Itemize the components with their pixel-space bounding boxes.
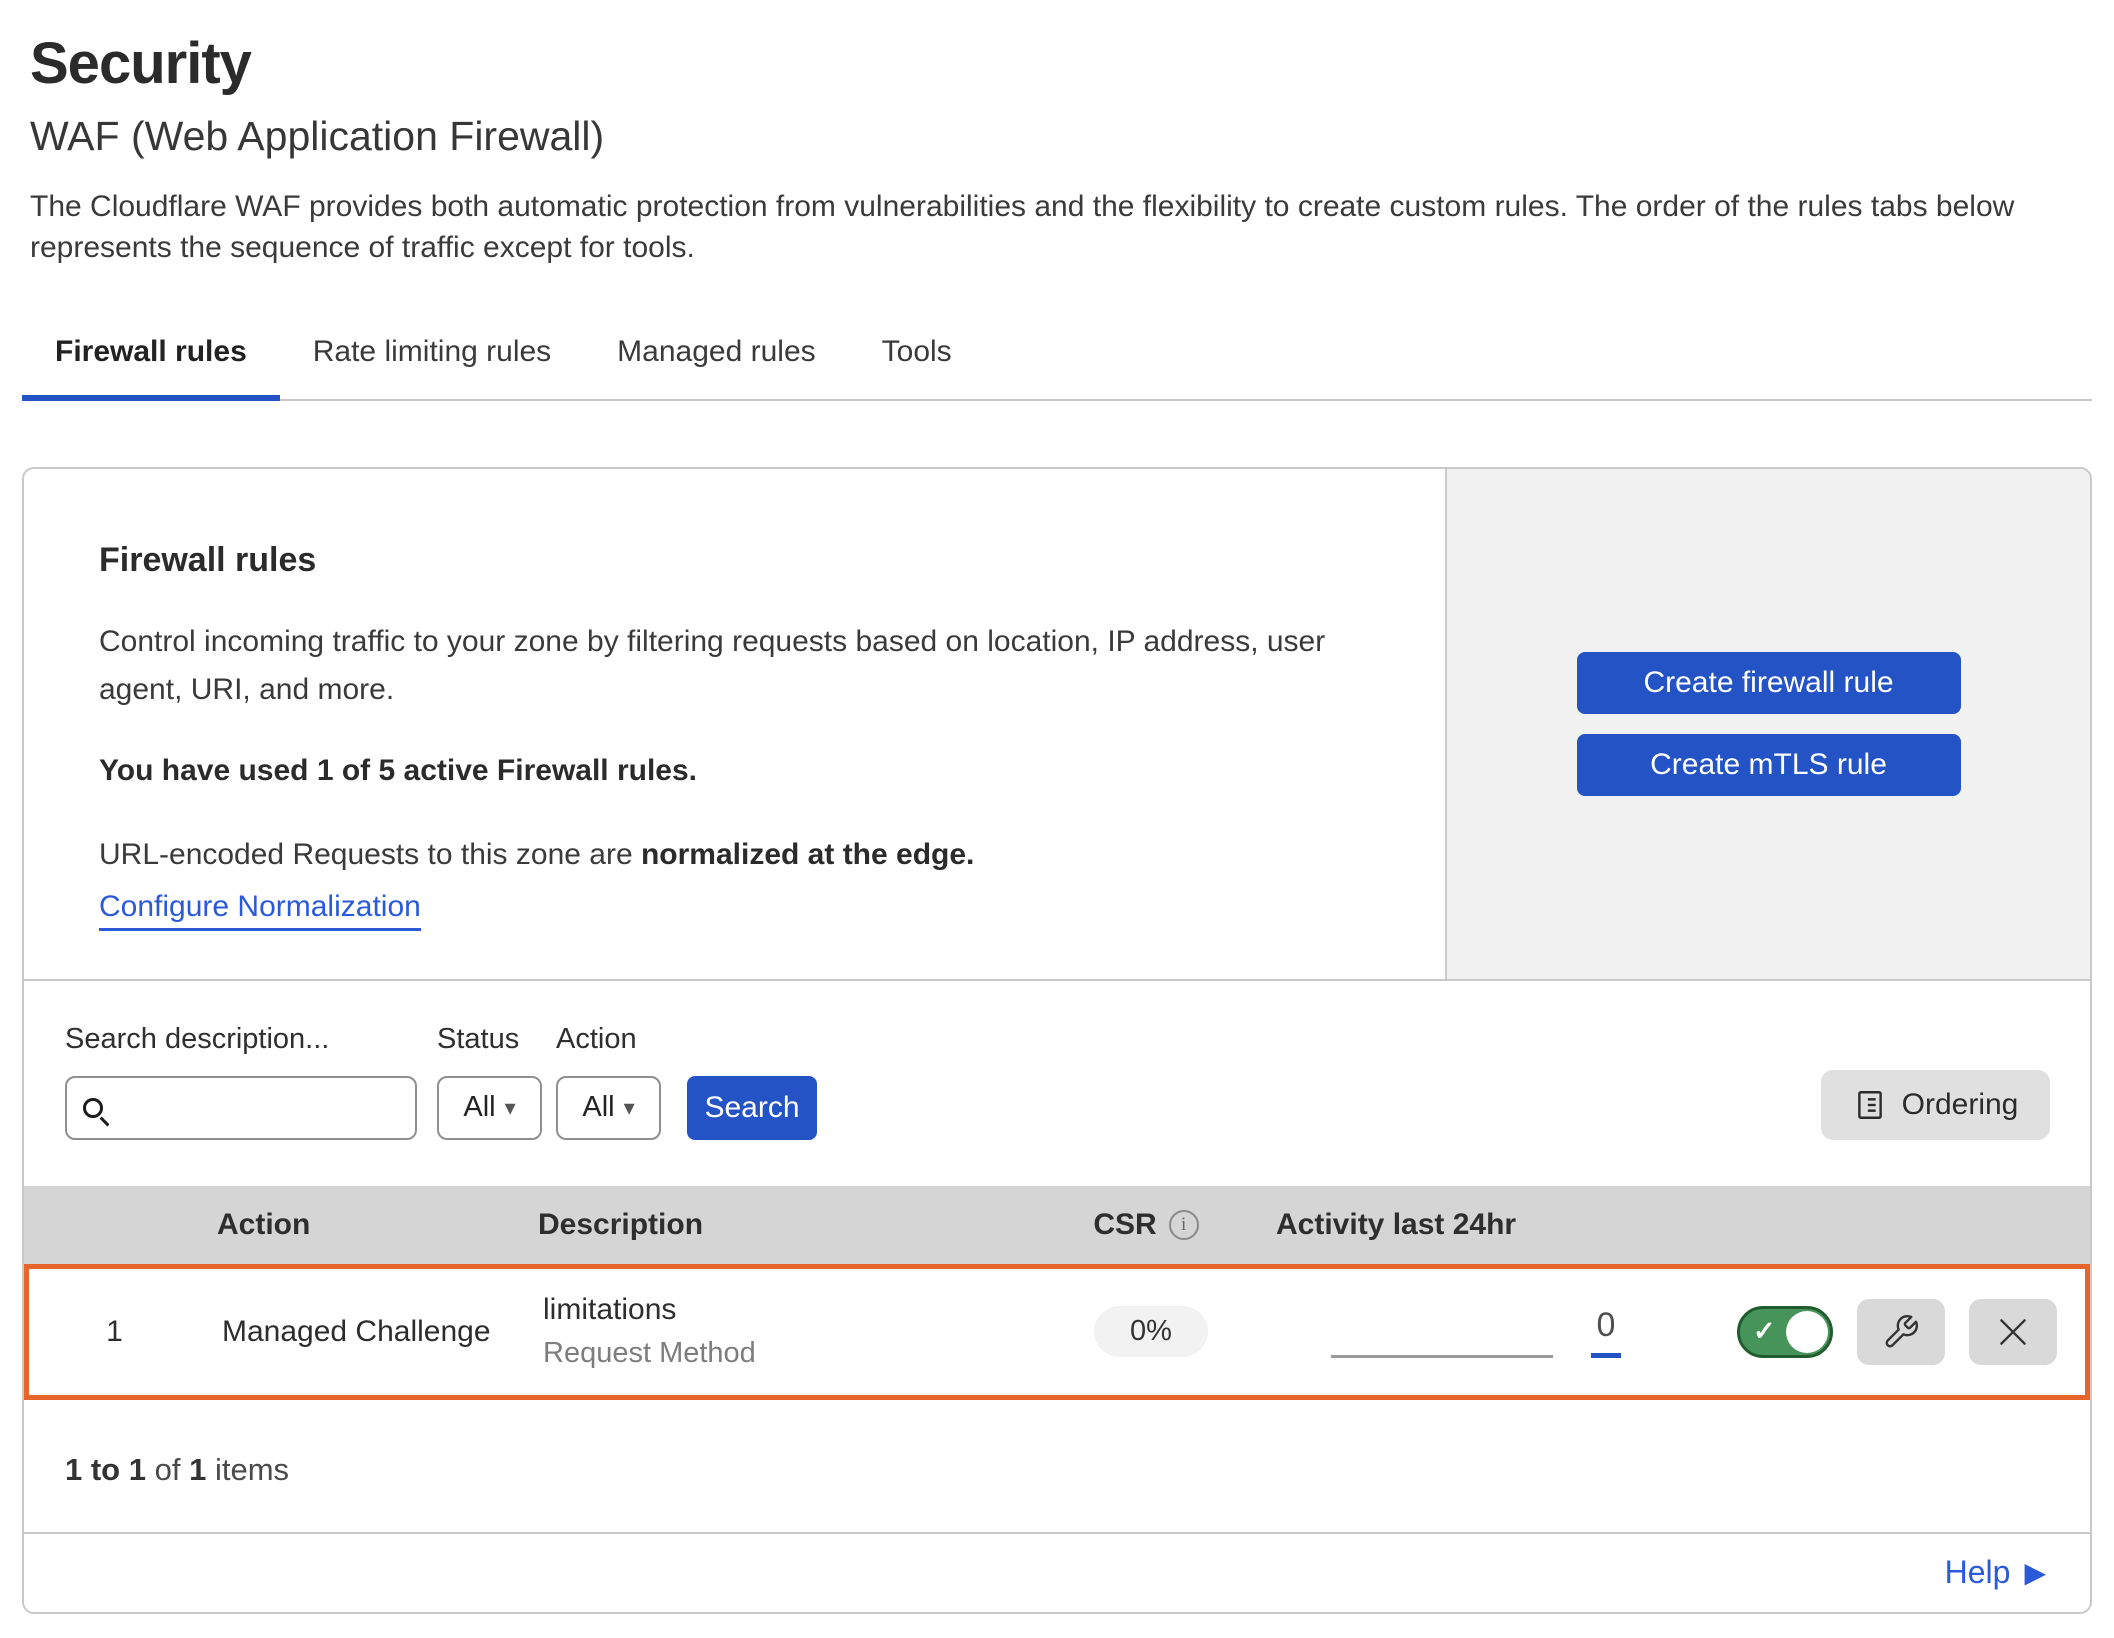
- column-csr-label: CSR: [1093, 1208, 1156, 1242]
- tab-managed-rules[interactable]: Managed rules: [584, 321, 848, 399]
- items-label: items: [215, 1452, 289, 1487]
- firewall-rules-usage: You have used 1 of 5 active Firewall rul…: [99, 754, 1385, 788]
- activity-count-link[interactable]: 0: [1591, 1306, 1621, 1358]
- firewall-rules-summary-text: Firewall rules Control incoming traffic …: [24, 469, 1445, 979]
- page-subtitle: WAF (Web Application Firewall): [30, 113, 2084, 160]
- firewall-rules-description: Control incoming traffic to your zone by…: [99, 618, 1359, 714]
- rule-description[interactable]: limitations: [543, 1293, 1021, 1327]
- chevron-down-icon: ▾: [624, 1097, 635, 1119]
- column-action: Action: [195, 1208, 516, 1242]
- csr-badge: 0%: [1094, 1306, 1208, 1357]
- action-filter-label: Action: [556, 1023, 661, 1056]
- table-row: 1 Managed Challenge limitations Request …: [24, 1264, 2090, 1400]
- ordering-button[interactable]: Ordering: [1821, 1070, 2050, 1140]
- column-csr: CSR i: [1016, 1208, 1276, 1242]
- help-row: Help ▶: [24, 1532, 2090, 1612]
- security-waf-page: Security WAF (Web Application Firewall) …: [0, 0, 2114, 1614]
- ordering-button-label: Ordering: [1902, 1088, 2019, 1122]
- rule-csr-cell: 0%: [1021, 1306, 1281, 1357]
- search-input[interactable]: [115, 1092, 399, 1124]
- help-arrow-icon: ▶: [2024, 1559, 2046, 1587]
- wrench-icon: [1882, 1313, 1920, 1351]
- rule-controls-cell: ✓: [1681, 1299, 2085, 1365]
- firewall-rules-summary-section: Firewall rules Control incoming traffic …: [24, 469, 2090, 981]
- page-title: Security: [30, 30, 2084, 97]
- status-filter-value: All: [463, 1091, 495, 1124]
- firewall-rules-card: Firewall rules Control incoming traffic …: [22, 467, 2092, 1614]
- tab-rate-limiting-rules[interactable]: Rate limiting rules: [280, 321, 584, 399]
- table-footer: 1 to 1 of 1 items: [24, 1400, 2090, 1532]
- items-range: 1 to 1: [65, 1452, 146, 1487]
- tab-tools[interactable]: Tools: [849, 321, 985, 399]
- info-icon[interactable]: i: [1169, 1210, 1199, 1240]
- activity-count-underline: [1591, 1353, 1621, 1358]
- column-activity: Activity last 24hr: [1276, 1208, 1676, 1242]
- search-icon: [83, 1098, 103, 1118]
- configure-normalization-link[interactable]: Configure Normalization: [99, 890, 421, 931]
- rules-filter-bar: Search description... Status All ▾ Actio…: [24, 981, 2090, 1186]
- status-filter-select[interactable]: All ▾: [437, 1076, 542, 1140]
- tab-firewall-rules[interactable]: Firewall rules: [22, 321, 280, 399]
- normalization-note-bold: normalized at the edge.: [641, 838, 974, 871]
- list-document-icon: [1853, 1088, 1887, 1122]
- column-description: Description: [516, 1208, 1016, 1242]
- close-icon: [1993, 1312, 2033, 1352]
- activity-count: 0: [1597, 1306, 1616, 1345]
- page-description: The Cloudflare WAF provides both automat…: [30, 186, 2084, 269]
- search-description-group: Search description...: [65, 1023, 417, 1140]
- edit-rule-button[interactable]: [1857, 1299, 1945, 1365]
- action-filter-value: All: [582, 1091, 614, 1124]
- rule-description-cell: limitations Request Method: [521, 1293, 1021, 1370]
- toggle-knob: [1786, 1311, 1828, 1353]
- delete-rule-button[interactable]: [1969, 1299, 2057, 1365]
- of-label: of: [155, 1452, 181, 1487]
- chevron-down-icon: ▾: [505, 1097, 516, 1119]
- rule-enabled-toggle[interactable]: ✓: [1737, 1306, 1833, 1358]
- create-rule-actions-panel: Create firewall rule Create mTLS rule: [1445, 469, 2090, 979]
- normalization-note: URL-encoded Requests to this zone are no…: [99, 838, 1385, 872]
- help-label: Help: [1945, 1554, 2011, 1591]
- rule-expression: Request Method: [543, 1337, 1021, 1370]
- rules-table-header: Action Description CSR i Activity last 2…: [24, 1186, 2090, 1264]
- search-button[interactable]: Search: [687, 1076, 817, 1140]
- search-description-label: Search description...: [65, 1023, 417, 1056]
- activity-sparkline: [1331, 1318, 1553, 1358]
- create-firewall-rule-button[interactable]: Create firewall rule: [1577, 652, 1961, 714]
- help-link[interactable]: Help ▶: [1945, 1554, 2046, 1591]
- normalization-note-text: URL-encoded Requests to this zone are: [99, 838, 641, 871]
- create-mtls-rule-button[interactable]: Create mTLS rule: [1577, 734, 1961, 796]
- action-filter-select[interactable]: All ▾: [556, 1076, 661, 1140]
- rule-action: Managed Challenge: [200, 1315, 521, 1349]
- action-filter-group: Action All ▾: [556, 1023, 661, 1140]
- rule-activity-cell: 0: [1281, 1306, 1681, 1358]
- rule-index: 1: [29, 1315, 200, 1349]
- firewall-rules-heading: Firewall rules: [99, 541, 1385, 580]
- items-total: 1: [189, 1452, 206, 1487]
- rules-tab-bar: Firewall rules Rate limiting rules Manag…: [22, 321, 2092, 401]
- check-icon: ✓: [1753, 1318, 1776, 1345]
- status-filter-label: Status: [437, 1023, 542, 1056]
- search-box[interactable]: [65, 1076, 417, 1140]
- status-filter-group: Status All ▾: [437, 1023, 542, 1140]
